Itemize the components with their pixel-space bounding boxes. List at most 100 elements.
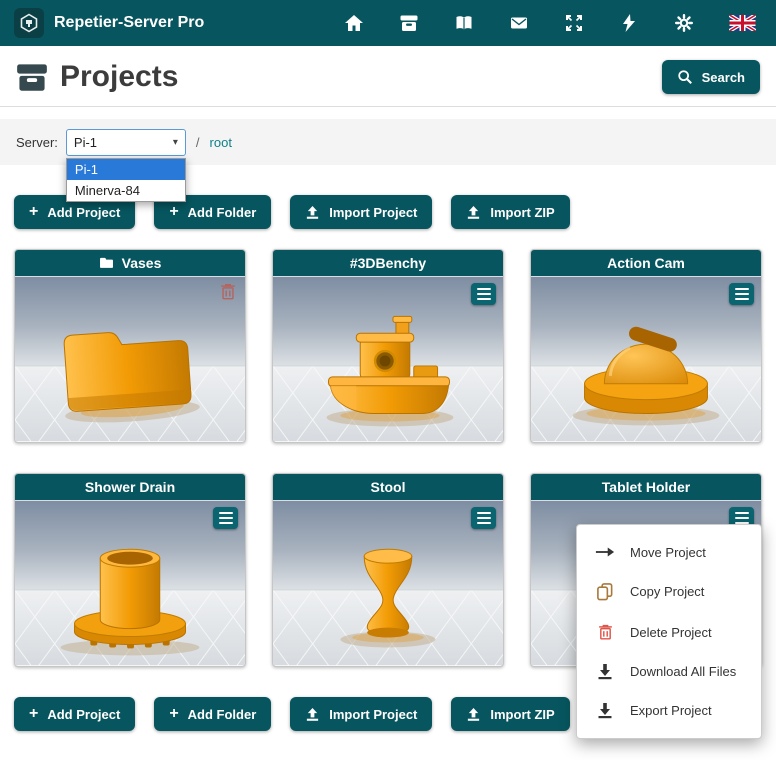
card-menu-button[interactable]	[729, 283, 754, 305]
server-bar: Server: Pi-1 ▾ Pi-1 Minerva-84 / root	[0, 119, 776, 165]
trash-icon	[595, 623, 615, 641]
export-icon	[595, 702, 615, 719]
repetier-logo[interactable]	[14, 8, 44, 38]
benchy-render	[273, 276, 503, 442]
project-card-title-bar: Stool	[273, 474, 503, 500]
header-divider	[0, 106, 776, 107]
plus-icon: +	[29, 204, 38, 220]
project-card-title-bar: Shower Drain	[15, 474, 245, 500]
add-folder-label: Add Folder	[188, 205, 257, 220]
card-menu-button[interactable]	[471, 283, 496, 305]
import-zip-label: Import ZIP	[490, 707, 554, 722]
project-card-action-cam[interactable]: Action Cam	[530, 249, 762, 443]
delete-folder-button[interactable]	[219, 282, 237, 304]
project-card-vases[interactable]: Vases	[14, 249, 246, 443]
server-option-minerva84[interactable]: Minerva-84	[67, 180, 185, 201]
plus-icon: +	[29, 706, 38, 722]
context-menu-delete-project[interactable]: Delete Project	[577, 612, 761, 652]
move-icon	[595, 544, 615, 560]
project-render-area	[15, 500, 245, 666]
breadcrumb-separator: /	[196, 135, 200, 150]
project-render-area	[531, 276, 761, 442]
add-project-label: Add Project	[47, 707, 120, 722]
context-menu-label: Move Project	[630, 545, 706, 560]
card-menu-button[interactable]	[213, 507, 238, 529]
server-select-box[interactable]: Pi-1 ▾	[66, 129, 186, 156]
page-title: Projects	[60, 60, 178, 94]
chevron-down-icon: ▾	[173, 137, 178, 148]
action-cam-render	[531, 276, 761, 442]
import-project-label: Import Project	[329, 205, 417, 220]
project-card-title-bar: Action Cam	[531, 250, 761, 276]
search-button-label: Search	[702, 70, 745, 85]
import-project-label: Import Project	[329, 707, 417, 722]
add-folder-button[interactable]: + Add Folder	[154, 697, 271, 731]
projects-icon[interactable]	[399, 13, 419, 33]
project-card-title: Stool	[371, 479, 406, 495]
copy-icon	[595, 582, 615, 601]
home-icon[interactable]	[344, 13, 364, 33]
project-card-title: Vases	[122, 255, 162, 271]
folder-icon	[99, 257, 114, 269]
project-card-title: #3DBenchy	[350, 255, 426, 271]
upload-icon	[466, 707, 481, 722]
projects-page-icon	[16, 62, 48, 92]
server-option-pi1[interactable]: Pi-1	[67, 159, 185, 180]
project-render-area	[15, 276, 245, 442]
shower-drain-render	[15, 500, 245, 666]
upload-icon	[305, 707, 320, 722]
project-card-stool[interactable]: Stool	[272, 473, 504, 667]
plus-icon: +	[169, 706, 178, 722]
gear-icon[interactable]	[674, 13, 694, 33]
app-title: Repetier-Server Pro	[54, 14, 204, 32]
project-render-area	[273, 276, 503, 442]
upload-icon	[466, 205, 481, 220]
project-card-3dbenchy[interactable]: #3DBenchy	[272, 249, 504, 443]
trash-icon	[219, 282, 237, 301]
project-card-title: Shower Drain	[85, 479, 175, 495]
project-context-menu: Move Project Copy Project Delete Project…	[576, 524, 762, 739]
context-menu-label: Download All Files	[630, 664, 736, 679]
upload-icon	[305, 205, 320, 220]
search-button[interactable]: Search	[662, 60, 760, 94]
import-project-button[interactable]: Import Project	[290, 195, 432, 229]
server-dropdown: Pi-1 Minerva-84	[66, 158, 186, 202]
card-menu-button[interactable]	[471, 507, 496, 529]
bolt-icon[interactable]	[619, 13, 639, 33]
context-menu-label: Export Project	[630, 703, 712, 718]
expand-icon[interactable]	[564, 13, 584, 33]
project-card-title: Action Cam	[607, 255, 685, 271]
download-icon	[595, 663, 615, 680]
server-selected-value: Pi-1	[74, 135, 97, 150]
book-icon[interactable]	[454, 13, 474, 33]
context-menu-copy-project[interactable]: Copy Project	[577, 571, 761, 612]
project-card-title-bar: #3DBenchy	[273, 250, 503, 276]
uk-flag-icon[interactable]	[729, 15, 756, 31]
breadcrumb-root-link[interactable]: root	[210, 135, 232, 150]
vases-render	[15, 276, 245, 442]
top-navbar: Repetier-Server Pro	[0, 0, 776, 46]
stool-render	[273, 500, 503, 666]
mail-icon[interactable]	[509, 13, 529, 33]
project-render-area	[273, 500, 503, 666]
import-zip-button[interactable]: Import ZIP	[451, 195, 569, 229]
server-select[interactable]: Pi-1 ▾ Pi-1 Minerva-84	[66, 129, 186, 156]
page-header: Projects Search	[0, 46, 776, 106]
server-label: Server:	[16, 135, 58, 150]
project-card-title-bar: Vases	[15, 250, 245, 276]
context-menu-export-project[interactable]: Export Project	[577, 691, 761, 730]
import-zip-label: Import ZIP	[490, 205, 554, 220]
project-card-shower-drain[interactable]: Shower Drain	[14, 473, 246, 667]
plus-icon: +	[169, 204, 178, 220]
search-icon	[677, 69, 693, 85]
add-folder-label: Add Folder	[188, 707, 257, 722]
add-project-label: Add Project	[47, 205, 120, 220]
logo-hexagon-icon	[19, 13, 39, 33]
project-card-title-bar: Tablet Holder	[531, 474, 761, 500]
add-project-button[interactable]: + Add Project	[14, 697, 135, 731]
import-project-button[interactable]: Import Project	[290, 697, 432, 731]
context-menu-label: Delete Project	[630, 625, 712, 640]
import-zip-button[interactable]: Import ZIP	[451, 697, 569, 731]
context-menu-download-all-files[interactable]: Download All Files	[577, 652, 761, 691]
context-menu-move-project[interactable]: Move Project	[577, 533, 761, 571]
